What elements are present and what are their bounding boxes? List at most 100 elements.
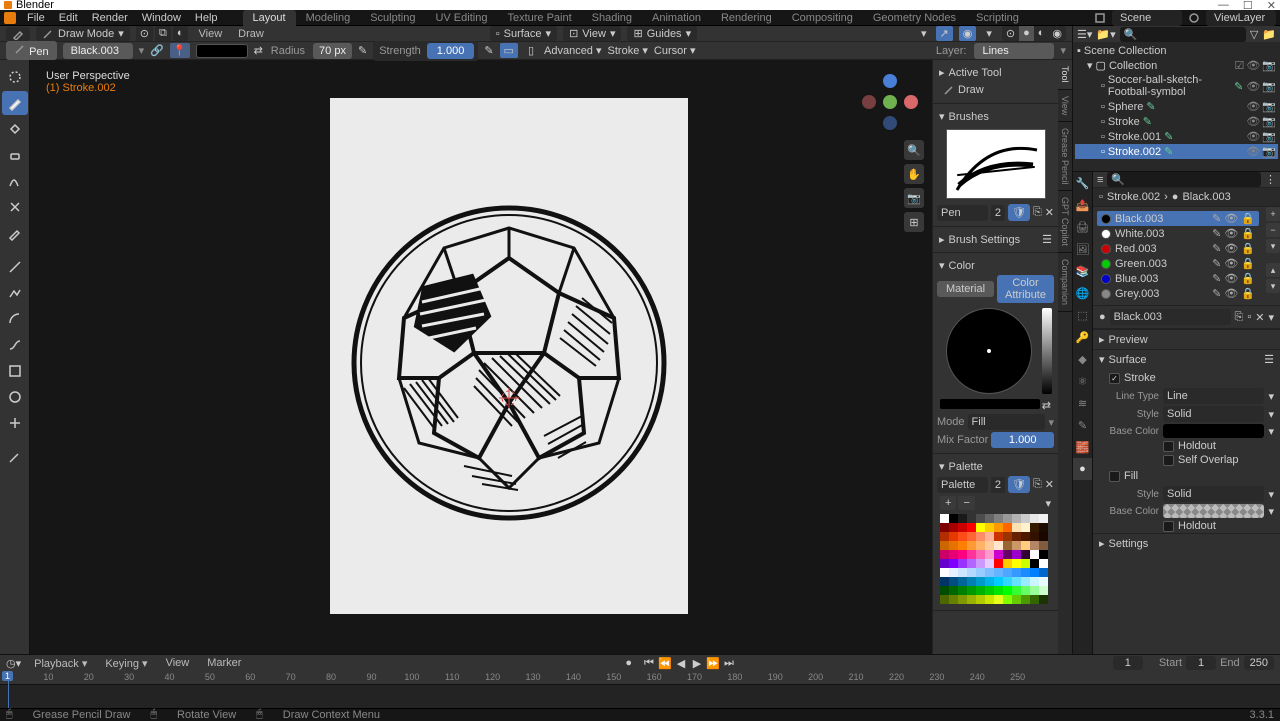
palette-color[interactable]: [1021, 523, 1030, 532]
palette-color[interactable]: [1021, 586, 1030, 595]
material-specials-button[interactable]: ▾: [1266, 239, 1280, 253]
palette-sort-button[interactable]: ▾: [1045, 497, 1051, 510]
stroke-subheader[interactable]: Stroke: [1093, 369, 1280, 387]
gizmo-button[interactable]: ↗: [936, 26, 953, 41]
palette-fakeuser-button[interactable]: 🛡: [1008, 476, 1030, 493]
material-slot[interactable]: Black.003✎👁🔒: [1097, 211, 1259, 226]
npanel-tab-view[interactable]: View: [1058, 90, 1072, 122]
keyframe-next-button[interactable]: ⏩: [706, 656, 720, 670]
palette-color[interactable]: [985, 541, 994, 550]
workspace-tab-rendering[interactable]: Rendering: [711, 10, 782, 26]
workspace-tab-shading[interactable]: Shading: [582, 10, 642, 26]
palette-color[interactable]: [940, 568, 949, 577]
menu-file[interactable]: File: [20, 12, 52, 24]
palette-color[interactable]: [967, 523, 976, 532]
camera-gizmo-button[interactable]: 📷: [904, 188, 924, 208]
box-tool[interactable]: [2, 359, 28, 383]
layer-select[interactable]: Lines: [974, 43, 1054, 59]
stroke-menu[interactable]: Stroke ▾: [608, 44, 648, 57]
axis-neg-x[interactable]: [862, 95, 876, 109]
props-editor-type[interactable]: ≡: [1097, 174, 1103, 186]
palette-color[interactable]: [1021, 559, 1030, 568]
palette-color[interactable]: [1003, 577, 1012, 586]
axis-z[interactable]: [883, 74, 897, 88]
palette-color[interactable]: [1030, 577, 1039, 586]
npanel-tab-gpt-copilot[interactable]: GPT Copilot: [1058, 191, 1072, 253]
surface-header[interactable]: ▾ Surface ☰: [1093, 350, 1280, 369]
keyframe-prev-button[interactable]: ⏪: [658, 656, 672, 670]
preview-header[interactable]: ▸ Preview: [1093, 330, 1280, 349]
props-tab-1[interactable]: 📤: [1073, 194, 1092, 216]
active-tool-header[interactable]: ▸ Active Tool: [937, 64, 1054, 81]
play-reverse-button[interactable]: ◀: [674, 656, 688, 670]
props-options-button[interactable]: ⋮: [1265, 173, 1276, 186]
workspace-tab-layout[interactable]: Layout: [243, 10, 296, 26]
shading-solid[interactable]: ●: [1019, 26, 1034, 41]
keying-menu[interactable]: Keying ▾: [100, 657, 152, 670]
palette-color[interactable]: [985, 568, 994, 577]
palette-new-button[interactable]: ⎘: [1033, 478, 1042, 491]
palette-color[interactable]: [1003, 568, 1012, 577]
advanced-menu[interactable]: Advanced ▾: [544, 44, 602, 57]
cursor-menu[interactable]: Cursor ▾: [654, 44, 696, 57]
settings-header[interactable]: ▸ Settings: [1093, 534, 1280, 553]
menu-render[interactable]: Render: [85, 12, 135, 24]
workspace-tab-compositing[interactable]: Compositing: [782, 10, 863, 26]
curve-tool[interactable]: [2, 333, 28, 357]
palette-color[interactable]: [976, 595, 985, 604]
palette-color[interactable]: [1039, 550, 1048, 559]
menu-help[interactable]: Help: [188, 12, 225, 24]
palette-color[interactable]: [958, 559, 967, 568]
palette-color[interactable]: [958, 532, 967, 541]
axis-x[interactable]: [904, 95, 918, 109]
palette-color[interactable]: [976, 523, 985, 532]
palette-color[interactable]: [967, 532, 976, 541]
palette-color[interactable]: [958, 514, 967, 523]
outliner-item[interactable]: ▫Sphere✎👁📷: [1075, 99, 1278, 114]
palette-color[interactable]: [949, 595, 958, 604]
material-moveup-button[interactable]: ▴: [1266, 263, 1280, 277]
palette-color[interactable]: [949, 586, 958, 595]
palette-color[interactable]: [976, 550, 985, 559]
props-tab-3[interactable]: 🖼: [1073, 238, 1092, 260]
interpolate-tool[interactable]: [2, 411, 28, 435]
palette-color[interactable]: [1030, 595, 1039, 604]
link-material-button[interactable]: 🔗: [150, 44, 164, 57]
playback-menu[interactable]: Playback ▾: [29, 657, 92, 670]
shading-matprev[interactable]: ◐: [1034, 26, 1049, 41]
draw-tool[interactable]: [2, 91, 28, 115]
cursor-tool[interactable]: [2, 65, 28, 89]
fill-style-dropdown[interactable]: Solid: [1163, 486, 1264, 502]
arc-tool[interactable]: [2, 307, 28, 331]
outliner-collection[interactable]: ▾▢Collection ☑👁📷: [1075, 58, 1278, 73]
scene-field[interactable]: Scene: [1112, 10, 1182, 26]
material-add-button[interactable]: +: [1266, 207, 1280, 221]
palette-color[interactable]: [1030, 523, 1039, 532]
zoom-gizmo-button[interactable]: 🔍: [904, 140, 924, 160]
palette-color[interactable]: [994, 595, 1003, 604]
pin-material-button[interactable]: 📍: [170, 43, 190, 58]
fill-holdout-checkbox[interactable]: [1163, 521, 1174, 532]
palette-color[interactable]: [967, 586, 976, 595]
palette-color[interactable]: [949, 550, 958, 559]
palette-color[interactable]: [1012, 523, 1021, 532]
xray-button[interactable]: ▾: [982, 26, 996, 41]
menu-window[interactable]: Window: [135, 12, 188, 24]
view-menu[interactable]: View: [194, 28, 228, 40]
material-slot[interactable]: Red.003✎👁🔒: [1097, 241, 1259, 256]
brush-preview[interactable]: [946, 129, 1046, 199]
props-search[interactable]: 🔍: [1107, 172, 1261, 187]
palette-color[interactable]: [949, 568, 958, 577]
plane-dropdown[interactable]: ⊡ View ▾: [563, 26, 621, 41]
palette-color[interactable]: [1039, 559, 1048, 568]
palette-color[interactable]: [958, 568, 967, 577]
palette-color[interactable]: [976, 568, 985, 577]
palette-remove-button[interactable]: −: [958, 496, 974, 510]
palette-color[interactable]: [949, 577, 958, 586]
palette-color[interactable]: [1030, 550, 1039, 559]
palette-color[interactable]: [994, 541, 1003, 550]
brush-users[interactable]: 2: [991, 205, 1005, 221]
workspace-tab-uv-editing[interactable]: UV Editing: [425, 10, 497, 26]
palette-color[interactable]: [1021, 541, 1030, 550]
material-tab[interactable]: Material: [937, 281, 994, 297]
